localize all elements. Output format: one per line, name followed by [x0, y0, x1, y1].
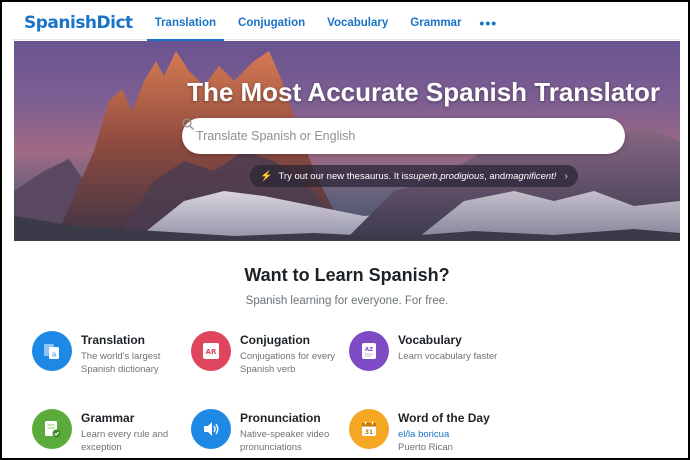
learn-title: Want to Learn Spanish? — [244, 265, 450, 285]
feature-desc: Spanish dictionary — [81, 364, 159, 375]
word-of-the-day-link[interactable]: el/la boricua — [398, 428, 490, 441]
svg-text:AR: AR — [206, 348, 217, 356]
feature-name: Translation — [81, 333, 146, 347]
feature-word-of-the-day[interactable]: 31 Word of the Day el/la boricua Puerto … — [349, 409, 509, 455]
bolt-icon: ⚡ — [260, 170, 273, 182]
more-menu-icon[interactable]: ••• — [475, 15, 501, 31]
feature-name: Conjugation — [240, 333, 310, 347]
learn-subtitle: Spanish learning for everyone. For free. — [245, 295, 449, 307]
feature-translation[interactable]: a Translation The world's largest Spanis… — [32, 331, 192, 377]
nav-conjugation[interactable]: Conjugation — [230, 6, 313, 40]
svg-text:a: a — [52, 351, 56, 359]
hero-title: The Most Accurate Spanish Translator — [187, 77, 660, 107]
feature-name: Pronunciation — [240, 411, 321, 425]
feature-vocabulary[interactable]: AZ Vocabulary Learn vocabulary faster — [349, 331, 509, 377]
search-bar — [182, 118, 625, 154]
feature-grammar[interactable]: Grammar Learn every rule and exception — [32, 409, 192, 455]
conjugation-icon: AR — [191, 331, 231, 371]
feature-desc: Learn vocabulary faster — [398, 351, 498, 362]
feature-desc: Learn every rule and — [81, 429, 169, 440]
promo-word-superb: superb — [408, 170, 438, 182]
promo-word-prodigious: prodigious — [440, 170, 485, 182]
svg-text:31: 31 — [365, 429, 373, 436]
nav-grammar[interactable]: Grammar — [402, 6, 469, 40]
feature-pronunciation[interactable]: Pronunciation Native-speaker video pronu… — [191, 409, 351, 455]
promo-sep-2: , and — [484, 170, 506, 182]
nav-translation[interactable]: Translation — [146, 6, 225, 41]
feature-desc: exception — [81, 442, 122, 453]
promo-word-magnificent: magnificent! — [505, 170, 557, 182]
feature-desc: Puerto Rican — [398, 442, 453, 453]
search-icon[interactable] — [182, 118, 611, 143]
thesaurus-promo-banner[interactable]: ⚡ Try out our new thesaurus. It is super… — [250, 165, 578, 187]
translate-search-input[interactable] — [196, 129, 597, 143]
feature-name: Word of the Day — [398, 411, 490, 425]
feature-name: Grammar — [81, 411, 135, 425]
top-nav: SpanishDict Translation Conjugation Voca… — [12, 6, 680, 41]
chevron-right-icon: › — [564, 170, 568, 182]
feature-desc: Native-speaker video — [240, 429, 330, 440]
nav-vocabulary[interactable]: Vocabulary — [319, 6, 396, 40]
grammar-icon — [32, 409, 72, 449]
svg-text:AZ: AZ — [365, 347, 373, 353]
hero-banner: The Most Accurate Spanish Translator ⚡ T… — [14, 41, 680, 241]
translation-icon: a — [32, 331, 72, 371]
feature-conjugation[interactable]: AR Conjugation Conjugations for every Sp… — [191, 331, 351, 377]
feature-name: Vocabulary — [398, 333, 462, 347]
page: SpanishDict Translation Conjugation Voca… — [0, 0, 690, 460]
feature-desc: Spanish verb — [240, 364, 296, 375]
calendar-icon: 31 — [349, 409, 389, 449]
promo-text: Try out our new thesaurus. It is — [278, 170, 409, 182]
vocabulary-icon: AZ — [349, 331, 389, 371]
pronunciation-icon — [191, 409, 231, 449]
feature-desc: Conjugations for every — [240, 351, 336, 362]
feature-desc: The world's largest — [81, 351, 161, 362]
feature-desc: pronunciations — [240, 442, 302, 453]
site-logo[interactable]: SpanishDict — [24, 13, 133, 33]
